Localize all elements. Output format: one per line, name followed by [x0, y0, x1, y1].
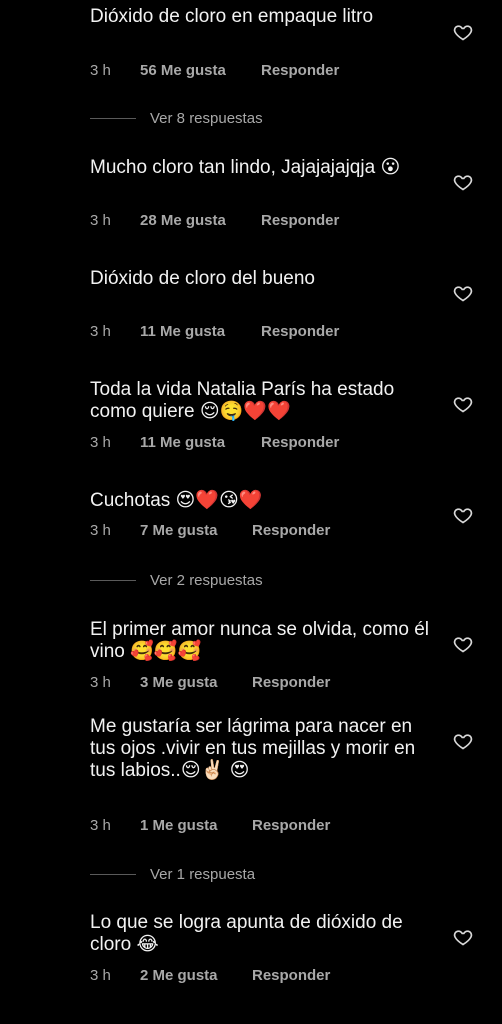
- view-replies-label[interactable]: Ver 2 respuestas: [150, 572, 263, 589]
- comment-meta: 3 h 56 Me gusta Responder: [90, 62, 339, 79]
- comment-text: Toda la vida Natalia París ha estado com…: [90, 379, 395, 422]
- view-replies-button[interactable]: Ver 8 respuestas: [90, 108, 263, 128]
- likes-count[interactable]: 11 Me gusta: [140, 323, 261, 340]
- heart-outline-icon[interactable]: [453, 634, 473, 654]
- comment-meta: 3 h 7 Me gusta Responder: [90, 522, 330, 539]
- comment-meta: 3 h 2 Me gusta Responder: [90, 967, 330, 984]
- comment-time: 3 h: [90, 212, 111, 229]
- heart-outline-icon[interactable]: [453, 22, 473, 42]
- comment-meta: 3 h 1 Me gusta Responder: [90, 817, 330, 834]
- reply-button[interactable]: Responder: [252, 817, 330, 834]
- heart-outline-icon[interactable]: [453, 394, 473, 414]
- view-replies-button[interactable]: Ver 2 respuestas: [90, 570, 263, 590]
- comment-text: El primer amor nunca se olvida, como él …: [90, 619, 429, 662]
- comment-time: 3 h: [90, 674, 111, 691]
- heart-outline-icon[interactable]: [453, 505, 473, 525]
- view-replies-label[interactable]: Ver 8 respuestas: [150, 110, 263, 127]
- comment-text: Cuchotas 😍❤️😘❤️: [90, 490, 263, 511]
- likes-count[interactable]: 56 Me gusta: [140, 62, 261, 79]
- comment-text: Mucho cloro tan lindo, Jajajajajqja 😮: [90, 157, 401, 178]
- likes-count[interactable]: 11 Me gusta: [140, 434, 261, 451]
- comment-time: 3 h: [90, 817, 111, 834]
- replies-divider: [90, 579, 136, 581]
- reply-button[interactable]: Responder: [261, 323, 339, 340]
- likes-count[interactable]: 2 Me gusta: [140, 967, 252, 984]
- reply-button[interactable]: Responder: [252, 522, 330, 539]
- reply-button[interactable]: Responder: [261, 62, 339, 79]
- comment-text: Dióxido de cloro del bueno: [90, 268, 315, 289]
- comment-meta: 3 h 28 Me gusta Responder: [90, 212, 339, 229]
- likes-count[interactable]: 28 Me gusta: [140, 212, 261, 229]
- reply-button[interactable]: Responder: [261, 212, 339, 229]
- comment-text: Me gustaría ser lágrima para nacer en tu…: [90, 716, 416, 781]
- comment-text: Dióxido de cloro en empaque litro: [90, 6, 374, 27]
- replies-divider: [90, 873, 136, 875]
- reply-button[interactable]: Responder: [252, 967, 330, 984]
- comment-meta: 3 h 11 Me gusta Responder: [90, 434, 339, 451]
- view-replies-label[interactable]: Ver 1 respuesta: [150, 866, 255, 883]
- comment-time: 3 h: [90, 434, 111, 451]
- comment-time: 3 h: [90, 62, 111, 79]
- replies-divider: [90, 117, 136, 119]
- view-replies-button[interactable]: Ver 1 respuesta: [90, 864, 255, 884]
- heart-outline-icon[interactable]: [453, 927, 473, 947]
- comment-time: 3 h: [90, 967, 111, 984]
- reply-button[interactable]: Responder: [261, 434, 339, 451]
- heart-outline-icon[interactable]: [453, 731, 473, 751]
- heart-outline-icon[interactable]: [453, 172, 473, 192]
- heart-outline-icon[interactable]: [453, 283, 473, 303]
- reply-button[interactable]: Responder: [252, 674, 330, 691]
- comment-text: Lo que se logra apunta de dióxido de clo…: [90, 912, 403, 955]
- comment-time: 3 h: [90, 522, 111, 539]
- likes-count[interactable]: 3 Me gusta: [140, 674, 252, 691]
- comment-meta: 3 h 11 Me gusta Responder: [90, 323, 339, 340]
- likes-count[interactable]: 1 Me gusta: [140, 817, 252, 834]
- likes-count[interactable]: 7 Me gusta: [140, 522, 252, 539]
- comment-time: 3 h: [90, 323, 111, 340]
- comment-meta: 3 h 3 Me gusta Responder: [90, 674, 330, 691]
